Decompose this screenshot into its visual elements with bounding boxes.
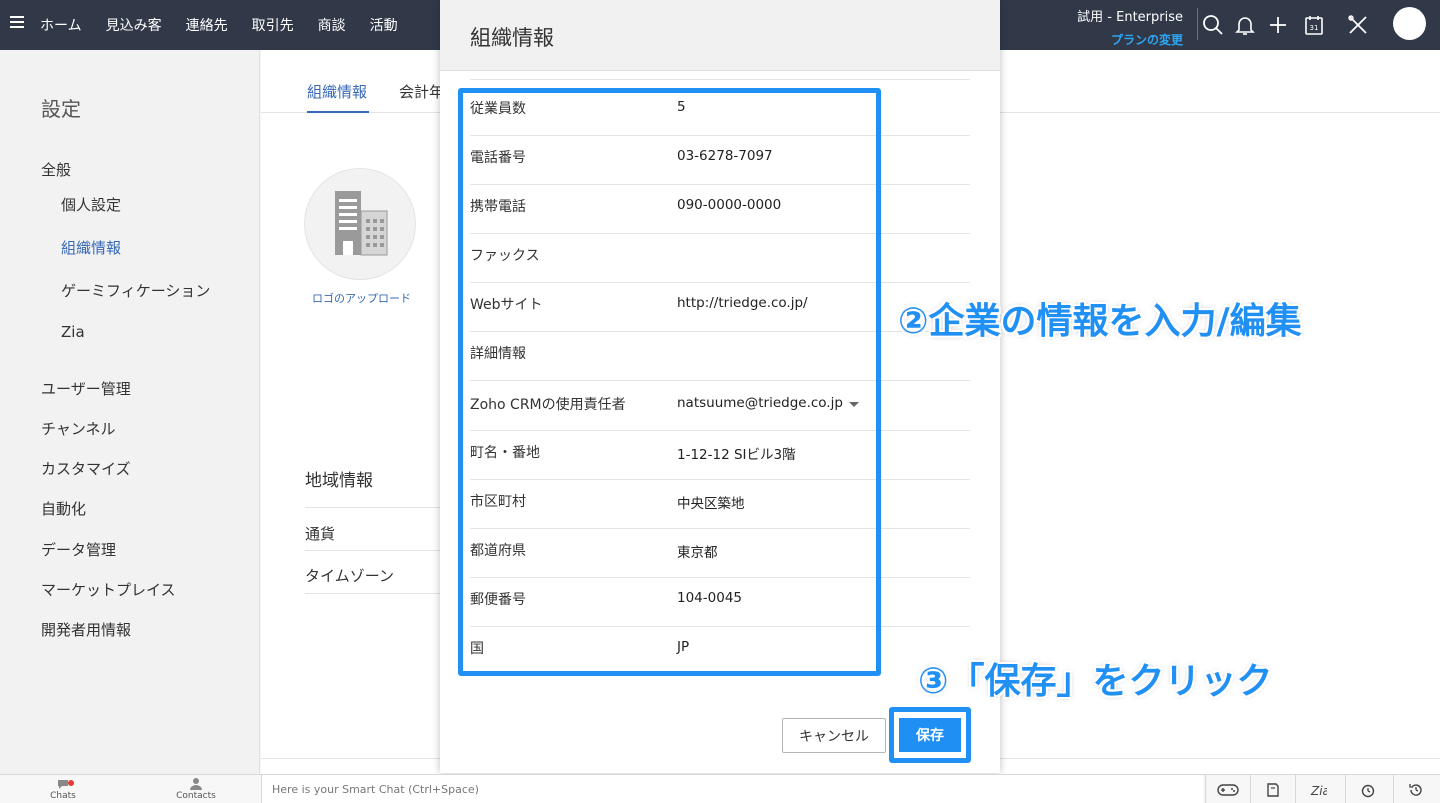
notes-icon[interactable] xyxy=(1250,775,1295,803)
smart-chat-input[interactable]: Here is your Smart Chat (Ctrl+Space) xyxy=(261,775,1203,803)
tab-fiscal-year[interactable]: 会計年 xyxy=(399,81,444,102)
setup-tools-icon[interactable] xyxy=(1346,13,1370,37)
trial-label: 試用 - Enterprise xyxy=(1077,10,1183,25)
user-avatar[interactable] xyxy=(1393,7,1426,40)
sidebar-item-company-details[interactable]: 組織情報 xyxy=(61,237,121,258)
sidebar-item-channels[interactable]: チャンネル xyxy=(41,418,116,439)
bottom-bar: Chats Contacts Here is your Smart Chat (… xyxy=(0,774,1440,803)
nav-home[interactable]: ホーム xyxy=(40,15,82,35)
zia-icon[interactable]: Zia xyxy=(1295,775,1340,803)
region-divider xyxy=(305,550,441,551)
active-tab-indicator xyxy=(307,111,369,113)
search-icon[interactable] xyxy=(1201,13,1225,37)
svg-text:Zia: Zia xyxy=(1310,784,1327,797)
locale-section-title: 地域情報 xyxy=(305,471,373,491)
module-nav: ホーム 見込み客 連絡先 取引先 商談 活動 xyxy=(40,0,422,50)
form-top-divider xyxy=(470,79,970,80)
sidebar-group-general: 全般 xyxy=(41,161,72,179)
sidebar-item-developer[interactable]: 開発者用情報 xyxy=(41,619,131,640)
tab-company-details[interactable]: 組織情報 xyxy=(307,81,367,102)
nav-accounts[interactable]: 取引先 xyxy=(252,15,294,35)
smart-chat-placeholder: Here is your Smart Chat (Ctrl+Space) xyxy=(272,783,479,796)
contacts-label: Contacts xyxy=(176,791,216,801)
notification-dot xyxy=(68,780,74,786)
alarm-clock-icon[interactable] xyxy=(1345,775,1390,803)
nav-leads[interactable]: 見込み客 xyxy=(106,15,162,35)
sidebar-item-gamification[interactable]: ゲーミフィケーション xyxy=(61,280,210,301)
cancel-button[interactable]: キャンセル xyxy=(782,718,886,753)
history-icon[interactable] xyxy=(1393,775,1438,803)
bottom-left-panel: Chats Contacts xyxy=(0,775,260,803)
nav-deals[interactable]: 商談 xyxy=(318,15,346,35)
settings-title: 設定 xyxy=(41,97,81,121)
sidebar-item-customization[interactable]: カスタマイズ xyxy=(41,458,131,479)
sidebar-item-marketplace[interactable]: マーケットプレイス xyxy=(41,579,176,600)
company-logo-placeholder[interactable] xyxy=(304,168,416,280)
nav-contacts[interactable]: 連絡先 xyxy=(186,15,228,35)
chats-label: Chats xyxy=(50,791,76,801)
upgrade-link[interactable]: プランの変更 xyxy=(1077,31,1183,48)
topbar-divider xyxy=(1197,8,1198,40)
modal-title: 組織情報 xyxy=(470,26,554,50)
annotation-step-2: ②企業の情報を入力/編集 xyxy=(898,301,1302,342)
bell-icon[interactable] xyxy=(1233,13,1257,37)
person-icon xyxy=(190,778,202,790)
save-button[interactable]: 保存 xyxy=(897,716,963,754)
gamepad-icon[interactable] xyxy=(1205,775,1250,803)
building-icon xyxy=(335,191,388,256)
sidebar-item-users[interactable]: ユーザー管理 xyxy=(41,378,131,399)
sidebar-item-data-admin[interactable]: データ管理 xyxy=(41,539,116,560)
calendar-icon[interactable]: 31 xyxy=(1302,13,1326,37)
currency-label: 通貨 xyxy=(305,525,336,543)
sidebar-item-zia[interactable]: Zia xyxy=(61,323,85,341)
nav-activities[interactable]: 活動 xyxy=(370,15,398,35)
settings-sidebar: 設定 全般 個人設定 組織情報 ゲーミフィケーション Zia ユーザー管理 チャ… xyxy=(0,50,260,774)
svg-text:31: 31 xyxy=(1310,24,1319,32)
region-divider xyxy=(305,507,441,508)
modal-header: 組織情報 xyxy=(440,0,1000,71)
logo-upload-link[interactable]: ロゴのアップロード xyxy=(312,290,411,306)
hamburger-menu-icon[interactable] xyxy=(10,16,24,30)
timezone-label: タイムゾーン xyxy=(305,567,394,585)
trial-info: 試用 - Enterprise プランの変更 xyxy=(1077,6,1183,48)
annotation-step-3: ③「保存」をクリック xyxy=(918,661,1273,702)
contacts-button[interactable]: Contacts xyxy=(175,777,217,801)
form-highlight-box xyxy=(458,88,881,676)
region-divider xyxy=(305,593,441,594)
sidebar-item-automation[interactable]: 自動化 xyxy=(41,498,86,519)
plus-icon[interactable] xyxy=(1266,13,1290,37)
sidebar-item-personal-settings[interactable]: 個人設定 xyxy=(61,194,121,215)
